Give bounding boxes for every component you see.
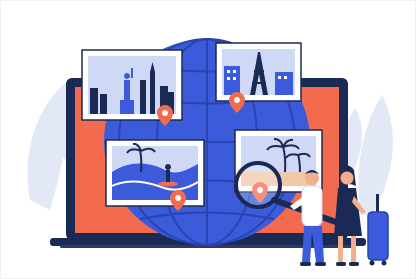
photo-frame-paris [215,42,302,102]
illustration-canvas [27,38,393,266]
travel-illustration [0,0,416,279]
photo-frame-surf [105,139,205,207]
